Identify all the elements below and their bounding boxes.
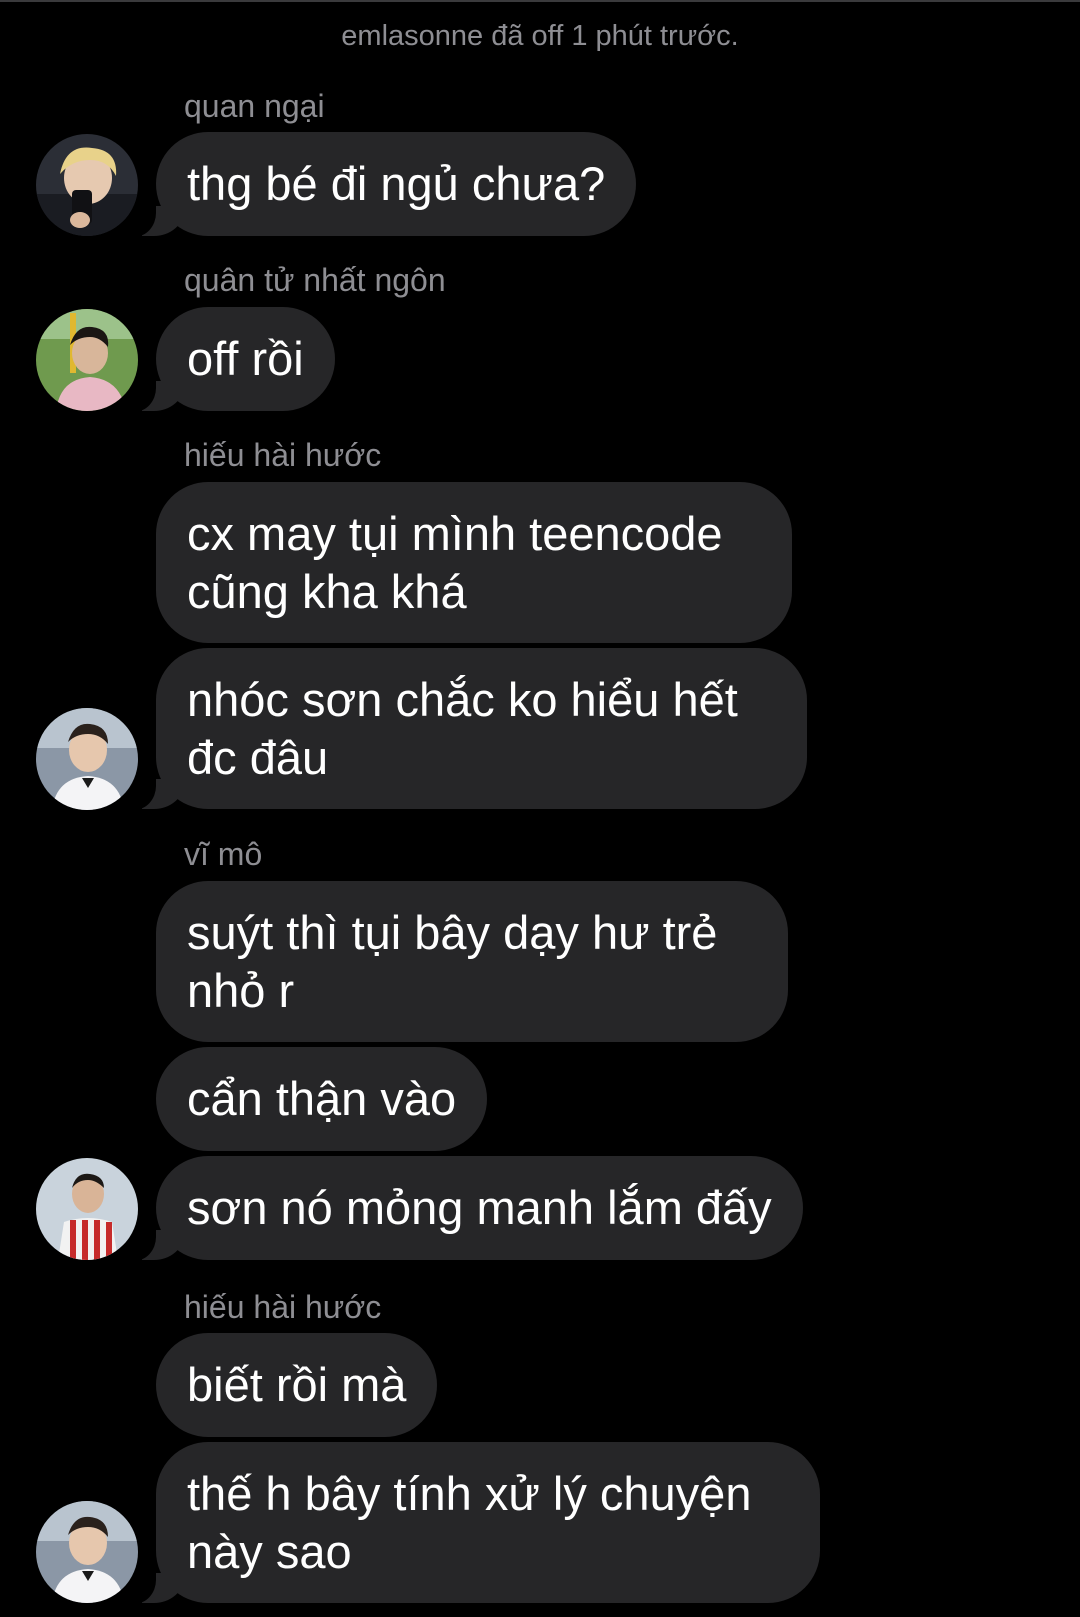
message-bubble[interactable]: off rồi [126,307,335,412]
avatar[interactable] [36,1501,138,1603]
message-bubble[interactable]: sơn nó mỏng manh lắm đấy [126,1156,803,1261]
avatar[interactable] [36,708,138,810]
message-bubble[interactable]: thg bé đi ngủ chưa? [125,132,637,237]
top-divider [0,0,1080,2]
message-text: nhóc sơn chắc ko hiểu hết đc đâu [187,672,738,784]
sender-name: hiếu hài hước [184,1289,382,1325]
message-text: cẩn thận vào [187,1072,457,1125]
message-text: biết rồi mà [187,1358,407,1411]
avatar[interactable] [36,1158,138,1260]
message-bubble[interactable]: cẩn thận vào [156,1047,488,1151]
message-text: thế h bây tính xử lý chuyện này sao [187,1466,752,1578]
message-text: off rồi [187,332,304,385]
message-text: sơn nó mỏng manh lắm đấy [187,1181,772,1234]
message-bubble[interactable]: suýt thì tụi bây dạy hư trẻ nhỏ r [156,881,788,1042]
message-bubble[interactable]: nhóc sơn chắc ko hiểu hết đc đâu [126,648,807,810]
avatar[interactable] [36,134,138,236]
message-bubble[interactable]: biết rồi mà [156,1333,438,1437]
message-bubble[interactable]: cx may tụi mình teencode cũng kha khá [156,482,792,643]
active-status: emlasonne đã off 1 phút trước. [341,20,739,52]
sender-name: quân tử nhất ngôn [184,262,446,298]
message-bubble[interactable]: thế h bây tính xử lý chuyện này sao [126,1442,820,1604]
message-text: cx may tụi mình teencode cũng kha khá [187,506,723,618]
message-text: suýt thì tụi bây dạy hư trẻ nhỏ r [187,905,718,1017]
message-text: thg bé đi ngủ chưa? [187,157,606,210]
sender-name: hiếu hài hước [184,437,382,473]
avatar[interactable] [36,309,138,411]
sender-name: vĩ mô [184,836,263,872]
sender-name: quan ngại [184,88,325,124]
